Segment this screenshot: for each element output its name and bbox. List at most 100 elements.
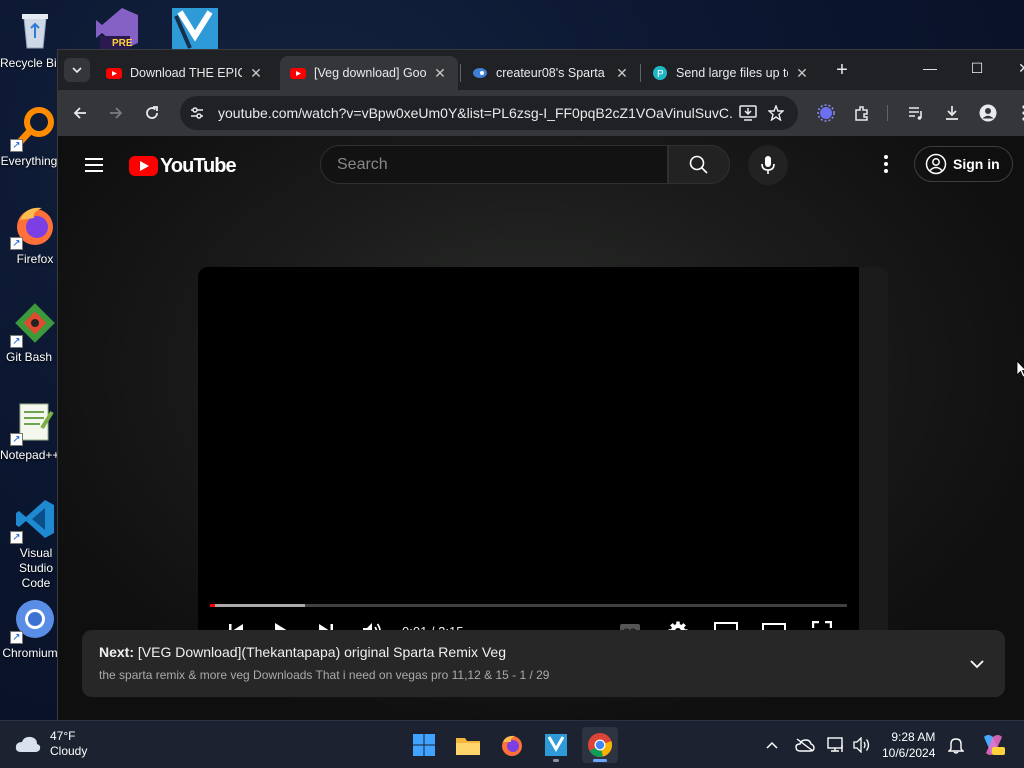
sign-in-button[interactable]: Sign in xyxy=(914,146,1013,182)
close-tab-icon[interactable]: ✕ xyxy=(248,65,264,82)
folder-icon xyxy=(456,738,480,755)
extensions-puzzle-icon[interactable] xyxy=(850,101,874,125)
microphone-icon xyxy=(761,156,775,174)
chevron-up-icon xyxy=(766,741,778,749)
close-tab-icon[interactable]: ✕ xyxy=(432,65,448,82)
mouse-cursor-icon xyxy=(1016,360,1024,378)
taskbar-firefox[interactable] xyxy=(494,727,530,763)
reload-icon xyxy=(146,106,158,119)
desktop-icon-visual-studio-preview[interactable]: PRE xyxy=(92,6,142,52)
tab-title: Send large files up to xyxy=(676,66,788,80)
taskbar-video-editor[interactable] xyxy=(538,727,574,763)
tab-veg-download[interactable]: [Veg download] Goo ✕ xyxy=(280,56,458,90)
tab-createur-sparta[interactable]: createur08's Sparta R ✕ xyxy=(462,56,640,90)
weather-widget[interactable]: 47°F Cloudy xyxy=(14,729,87,759)
tab-title: createur08's Sparta R xyxy=(496,66,608,80)
menu-kebab-icon[interactable] xyxy=(1012,101,1024,125)
video-player[interactable]: 0:01 / 2:15 CC xyxy=(198,267,859,641)
install-app-icon[interactable] xyxy=(734,101,762,125)
browser-toolbar: youtube.com/watch?v=vBpw0xeUm0Y&list=PL6… xyxy=(58,90,1024,136)
media-control-icon[interactable] xyxy=(904,101,928,125)
youtube-icon xyxy=(290,65,306,81)
youtube-play-logo-icon xyxy=(129,156,158,176)
network-tray[interactable] xyxy=(826,735,846,755)
playlist-next-panel[interactable]: Next: [VEG Download](Thekantapapa) origi… xyxy=(82,630,1005,697)
everything-search-icon: ↗ xyxy=(10,104,58,152)
tab-send-large-files[interactable]: P Send large files up to ✕ xyxy=(642,56,820,90)
tab-search-button[interactable] xyxy=(64,58,90,82)
search-icon xyxy=(689,155,708,174)
search-input[interactable]: Search xyxy=(320,145,668,184)
chevron-down-icon[interactable] xyxy=(965,652,989,676)
tab-download-the-epic[interactable]: Download THE EPIC ✕ xyxy=(96,56,274,90)
taskbar-file-explorer[interactable] xyxy=(450,727,486,763)
close-tab-icon[interactable]: ✕ xyxy=(614,65,630,82)
show-hidden-icons-button[interactable] xyxy=(762,735,782,755)
back-button[interactable] xyxy=(68,101,92,125)
onedrive-tray[interactable] xyxy=(795,735,815,755)
youtube-logo[interactable]: YouTube xyxy=(129,152,237,180)
youtube-page: YouTube Search Sign in Next: [VEG Downlo… xyxy=(58,136,1024,720)
browser-window: Download THE EPIC ✕ [Veg download] Goo ✕… xyxy=(58,50,1024,720)
site-icon xyxy=(472,65,488,81)
progress-bar[interactable] xyxy=(210,604,847,607)
chevron-down-icon xyxy=(72,67,82,74)
next-prefix: Next: xyxy=(99,644,135,660)
arrow-right-icon xyxy=(110,107,123,119)
close-window-button[interactable]: ✕ xyxy=(1012,60,1024,80)
clock[interactable]: 9:28 AM 10/6/2024 xyxy=(882,729,935,761)
toolbar-separator xyxy=(887,105,888,121)
more-options-icon[interactable] xyxy=(874,152,898,176)
copilot-button[interactable] xyxy=(980,732,1006,758)
played-bar xyxy=(210,604,215,607)
notifications-button[interactable] xyxy=(946,735,966,755)
forward-button[interactable] xyxy=(104,101,128,125)
taskbar-chrome[interactable] xyxy=(582,727,618,763)
buffered-bar xyxy=(210,604,305,607)
weather-temp: 47°F xyxy=(50,729,76,743)
desktop-icon-video-editor[interactable] xyxy=(170,6,220,52)
start-button[interactable] xyxy=(406,727,442,763)
active-indicator xyxy=(593,759,607,762)
speaker-icon xyxy=(853,737,870,753)
tab-strip: Download THE EPIC ✕ [Veg download] Goo ✕… xyxy=(58,50,1024,90)
desktop-icon-label: Notepad++ xyxy=(0,448,58,462)
sign-in-label: Sign in xyxy=(953,156,1000,172)
site-info-icon[interactable] xyxy=(186,102,208,124)
firefox-icon: ↗ xyxy=(10,202,58,250)
bookmark-star-icon[interactable] xyxy=(762,101,790,125)
voice-search-button[interactable] xyxy=(748,145,788,185)
git-bash-icon: ↗ xyxy=(10,300,58,348)
video-editor-icon xyxy=(172,8,218,50)
address-bar[interactable]: youtube.com/watch?v=vBpw0xeUm0Y&list=PL6… xyxy=(180,96,798,130)
shortcut-arrow-icon: ↗ xyxy=(10,433,23,446)
shortcut-arrow-icon: ↗ xyxy=(10,335,23,348)
shortcut-arrow-icon: ↗ xyxy=(10,237,23,250)
clock-time: 9:28 AM xyxy=(891,730,936,744)
chromium-icon: ↗ xyxy=(10,596,58,644)
url-text[interactable]: youtube.com/watch?v=vBpw0xeUm0Y&list=PL6… xyxy=(218,105,734,121)
arrow-left-icon xyxy=(73,107,86,119)
minimize-button[interactable]: — xyxy=(918,60,942,80)
svg-text:P: P xyxy=(657,69,664,80)
maximize-button[interactable]: ☐ xyxy=(965,60,989,80)
menu-hamburger-icon[interactable] xyxy=(82,154,106,178)
download-icon[interactable] xyxy=(940,101,964,125)
profile-icon[interactable] xyxy=(976,101,1000,125)
close-tab-icon[interactable]: ✕ xyxy=(794,65,810,82)
notepad-plus-icon: ↗ xyxy=(10,398,58,446)
shortcut-arrow-icon: ↗ xyxy=(10,139,23,152)
new-tab-button[interactable]: + xyxy=(830,60,854,82)
next-title-text: [VEG Download](Thekantapapa) original Sp… xyxy=(137,644,506,660)
search-button[interactable] xyxy=(668,145,730,184)
tab-separator xyxy=(460,64,461,82)
video-editor-icon xyxy=(545,734,567,756)
extension-icon[interactable] xyxy=(814,101,838,125)
network-icon xyxy=(827,737,843,752)
playlist-subtitle: the sparta remix & more veg Downloads Th… xyxy=(99,668,550,682)
volume-tray[interactable] xyxy=(852,735,872,755)
shortcut-arrow-icon: ↗ xyxy=(10,631,23,644)
reload-button[interactable] xyxy=(140,101,164,125)
taskbar: 47°F Cloudy 9:28 AM 10/6/2024 xyxy=(0,720,1024,768)
vscode-icon: ↗ xyxy=(10,496,58,544)
